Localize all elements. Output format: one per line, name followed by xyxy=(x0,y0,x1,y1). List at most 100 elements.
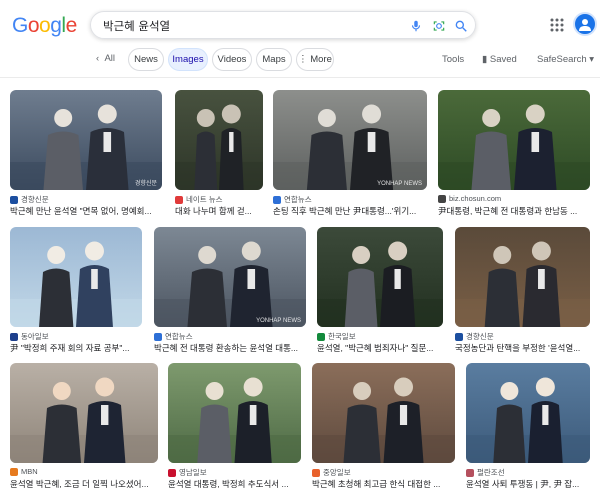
source-favicon-icon xyxy=(10,467,18,476)
header-divider xyxy=(0,77,600,78)
back-all-link[interactable]: ‹ All xyxy=(96,53,115,64)
result-source[interactable]: 경향신문 xyxy=(10,194,162,205)
source-favicon-icon xyxy=(10,195,18,204)
result-source[interactable]: 중앙일보 xyxy=(312,467,455,478)
image-watermark: YONHAP NEWS xyxy=(256,318,301,324)
tab-images-label: Images xyxy=(172,54,204,65)
image-watermark: YONHAP NEWS xyxy=(377,181,422,187)
result-caption[interactable]: 국정농단과 탄핵을 부정한 '윤석열... xyxy=(455,342,590,354)
saved-button[interactable]: ▮ Saved xyxy=(482,54,517,65)
result-thumbnail[interactable] xyxy=(10,363,158,463)
image-result-card[interactable]: YONHAP NEWS 연합뉴스 박근혜 전 대통령 환송하는 윤석열 대통... xyxy=(154,227,306,359)
result-source[interactable]: 네이트 뉴스 xyxy=(175,194,263,205)
tab-more-label: More xyxy=(310,54,332,65)
tab-images[interactable]: Images xyxy=(168,48,208,71)
source-favicon-icon xyxy=(273,195,281,204)
source-favicon-icon xyxy=(455,332,463,341)
result-thumbnail[interactable]: YONHAP NEWS xyxy=(273,90,427,190)
image-result-card[interactable]: 한국일보 윤석열, "박근혜 범죄자나" 질문... xyxy=(317,227,443,359)
source-name: 네이트 뉴스 xyxy=(186,195,223,204)
bookmark-icon: ▮ xyxy=(482,54,490,65)
account-avatar[interactable] xyxy=(573,12,597,36)
image-result-card[interactable]: biz.chosun.com 尹대통령, 박근혜 전 대통령과 한남동 ... xyxy=(438,90,590,222)
apps-grid-icon[interactable] xyxy=(549,17,565,33)
result-caption[interactable]: 윤석열 사퇴 투쟁동 | 尹, 尹 잡... xyxy=(466,478,590,490)
result-source[interactable]: MBN xyxy=(10,467,158,476)
tab-videos[interactable]: Videos xyxy=(212,48,252,71)
tab-more[interactable]: ⋮ More xyxy=(296,48,334,71)
result-source[interactable]: 동아일보 xyxy=(10,331,142,342)
source-favicon-icon xyxy=(438,194,446,203)
result-thumbnail[interactable] xyxy=(168,363,301,463)
result-source[interactable]: biz.chosun.com xyxy=(438,194,590,203)
result-caption[interactable]: 尹대통령, 박근혜 전 대통령과 한남동 ... xyxy=(438,205,590,217)
mic-icon[interactable] xyxy=(407,17,424,34)
source-name: 펄란조선 xyxy=(477,468,505,477)
result-source[interactable]: 연합뉴스 xyxy=(273,194,427,205)
result-source[interactable]: 펄란조선 xyxy=(466,467,590,478)
source-favicon-icon xyxy=(466,468,474,477)
tab-news[interactable]: News xyxy=(128,48,164,71)
result-caption[interactable]: 대화 나누며 함께 걷... xyxy=(175,205,263,217)
more-vert-icon: ⋮ xyxy=(298,54,311,65)
search-box[interactable]: 박근혜 윤석열 xyxy=(90,11,476,39)
safesearch-button[interactable]: SafeSearch ▾ xyxy=(537,54,594,65)
image-result-card[interactable]: 동아일보 尹 "박정희 주재 회의 자료 공부"... xyxy=(10,227,142,359)
source-favicon-icon xyxy=(317,332,325,341)
result-thumbnail[interactable] xyxy=(175,90,263,190)
image-result-card[interactable]: 영남일보 윤석열 대통령, 박정희 추도식서 ... xyxy=(168,363,301,491)
search-icon[interactable] xyxy=(452,17,469,34)
result-source[interactable]: 영남일보 xyxy=(168,467,301,478)
result-caption[interactable]: 윤석열, "박근혜 범죄자나" 질문... xyxy=(317,342,443,354)
tab-maps[interactable]: Maps xyxy=(256,48,292,71)
source-name: MBN xyxy=(21,467,38,476)
image-result-card[interactable]: 중앙일보 박근혜 초청해 최고급 한식 대접한 ... xyxy=(312,363,455,491)
result-thumbnail[interactable] xyxy=(438,90,590,190)
source-name: 중앙일보 xyxy=(323,468,351,477)
result-caption[interactable]: 윤석열 박근혜, 조금 더 일찍 나오셨어... xyxy=(10,478,158,490)
result-thumbnail[interactable]: YONHAP NEWS xyxy=(154,227,306,327)
search-tabs: ‹ All News Images Videos Maps ⋮ More Too… xyxy=(0,46,600,74)
tab-maps-label: Maps xyxy=(262,54,286,65)
image-result-card[interactable]: 경향신문 국정농단과 탄핵을 부정한 '윤석열... xyxy=(455,227,590,359)
source-name: 연합뉴스 xyxy=(165,332,193,341)
source-name: 동아일보 xyxy=(21,332,49,341)
result-thumbnail[interactable] xyxy=(455,227,590,327)
result-thumbnail[interactable] xyxy=(466,363,590,463)
result-caption[interactable]: 박근혜 만난 윤석열 "면목 없어, 명예회... xyxy=(10,205,162,217)
result-caption[interactable]: 박근혜 초청해 최고급 한식 대접한 ... xyxy=(312,478,455,490)
logo-letter: o xyxy=(39,14,51,37)
image-result-card[interactable]: 펄란조선 윤석열 사퇴 투쟁동 | 尹, 尹 잡... xyxy=(466,363,590,491)
result-source[interactable]: 한국일보 xyxy=(317,331,443,342)
image-result-card[interactable]: YONHAP NEWS 연합뉴스 손팅 직후 박근혜 만난 尹대통령...'위기..… xyxy=(273,90,427,222)
source-name: biz.chosun.com xyxy=(449,194,502,203)
result-caption[interactable]: 박근혜 전 대통령 환송하는 윤석열 대통... xyxy=(154,342,306,354)
source-name: 한국일보 xyxy=(328,332,356,341)
result-caption[interactable]: 윤석열 대통령, 박정희 추도식서 ... xyxy=(168,478,301,490)
result-caption[interactable]: 손팅 직후 박근혜 만난 尹대통령...'위기... xyxy=(273,205,427,217)
result-thumbnail[interactable]: 경향신문 xyxy=(10,90,162,190)
logo-letter: G xyxy=(12,14,28,37)
google-logo[interactable]: Google xyxy=(12,14,77,38)
source-favicon-icon xyxy=(10,332,18,341)
result-source[interactable]: 경향신문 xyxy=(455,331,590,342)
source-favicon-icon xyxy=(175,195,183,204)
safesearch-label: SafeSearch xyxy=(537,54,587,65)
result-caption[interactable]: 尹 "박정희 주재 회의 자료 공부"... xyxy=(10,342,142,354)
result-source[interactable]: 연합뉴스 xyxy=(154,331,306,342)
result-thumbnail[interactable] xyxy=(312,363,455,463)
image-result-card[interactable]: 네이트 뉴스 대화 나누며 함께 걷... xyxy=(175,90,263,222)
logo-letter: e xyxy=(65,14,78,37)
result-thumbnail[interactable] xyxy=(10,227,142,327)
source-name: 연합뉴스 xyxy=(284,195,312,204)
tools-button[interactable]: Tools xyxy=(442,54,464,65)
search-input[interactable]: 박근혜 윤석열 xyxy=(103,18,170,34)
dropdown-icon: ▾ xyxy=(586,54,595,65)
image-result-card[interactable]: 경향신문 경향신문 박근혜 만난 윤석열 "면목 없어, 명예회... xyxy=(10,90,162,222)
lens-icon[interactable] xyxy=(430,17,447,34)
logo-letter: g xyxy=(50,14,62,37)
image-result-card[interactable]: MBN 윤석열 박근혜, 조금 더 일찍 나오셨어... xyxy=(10,363,158,491)
source-name: 경향신문 xyxy=(466,332,494,341)
image-watermark: 경향신문 xyxy=(134,181,157,187)
result-thumbnail[interactable] xyxy=(317,227,443,327)
